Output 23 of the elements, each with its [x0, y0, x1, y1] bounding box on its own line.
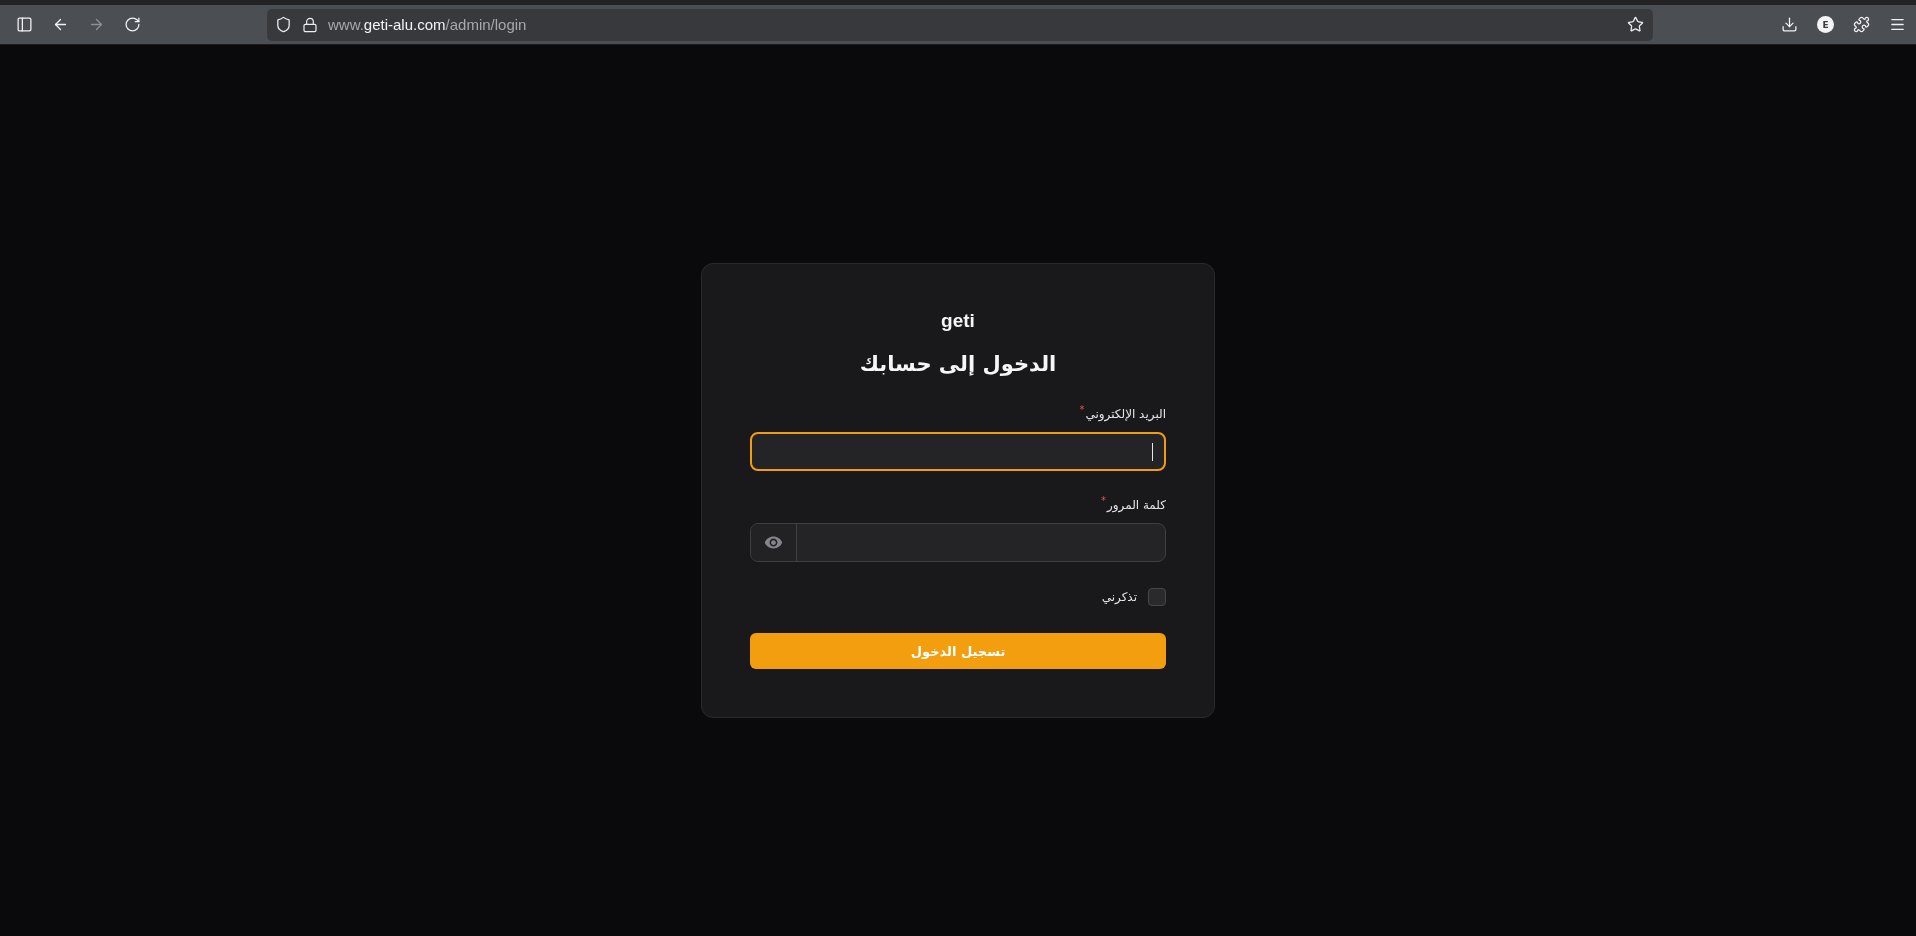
required-mark: *	[1079, 404, 1085, 416]
password-field[interactable]	[750, 523, 1166, 562]
download-icon	[1780, 16, 1798, 33]
remember-checkbox[interactable]	[1148, 588, 1166, 606]
text-cursor	[1151, 442, 1153, 461]
field-label: البريد الإلكتروني	[1085, 406, 1166, 424]
shield-icon	[275, 16, 292, 33]
show-password-button[interactable]	[751, 524, 797, 561]
menu-icon	[1888, 16, 1906, 33]
remember-label: تذكرني	[1101, 590, 1137, 604]
address-bar[interactable]: www.geti-alu.com/admin/login	[267, 8, 1653, 41]
reload-icon	[123, 16, 141, 33]
account-button[interactable]: E	[1817, 16, 1834, 33]
email-field[interactable]	[750, 432, 1166, 471]
brand-name: geti	[941, 309, 975, 333]
login-title: الدخول إلى حسابك	[859, 351, 1057, 378]
puzzle-icon	[1852, 16, 1870, 33]
required-mark: *	[1101, 495, 1106, 506]
star-icon	[1626, 16, 1644, 33]
field-label: كلمة المرور	[1107, 498, 1166, 515]
sidebar-icon	[15, 16, 33, 33]
url-text: www.geti-alu.com/admin/login	[328, 16, 528, 33]
lock-icon	[302, 16, 318, 33]
